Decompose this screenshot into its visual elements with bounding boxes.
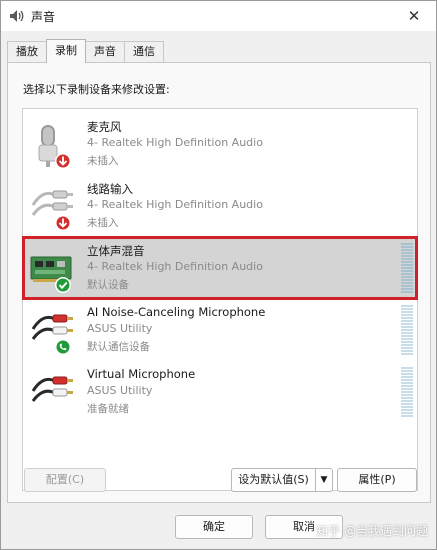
device-row-stereo-mix[interactable]: 立体声混音 4- Realtek High Definition Audio 默… xyxy=(22,236,418,300)
tab-sounds[interactable]: 声音 xyxy=(85,41,125,63)
tab-bar: 播放 录制 声音 通信 xyxy=(7,39,164,63)
chevron-down-icon: ▼ xyxy=(320,475,328,485)
close-button[interactable]: ✕ xyxy=(392,1,436,31)
properties-button[interactable]: 属性(P) xyxy=(337,468,417,492)
microphone-icon xyxy=(38,125,71,169)
line-in-jack-icon xyxy=(31,314,73,355)
device-status: 默认设备 xyxy=(87,279,129,291)
device-status: 默认通信设备 xyxy=(87,341,150,353)
level-meter xyxy=(401,367,413,417)
level-meter xyxy=(401,305,413,355)
sound-dialog: 声音 ✕ 播放 录制 声音 通信 选择以下录制设备来修改设置: 麦克风 4- R… xyxy=(0,0,437,550)
device-description: ASUS Utility xyxy=(87,384,153,397)
device-name: 线路输入 xyxy=(87,182,133,196)
set-default-split-button: 设为默认值(S) ▼ xyxy=(231,468,333,492)
tab-communications[interactable]: 通信 xyxy=(124,41,164,63)
tab-playback[interactable]: 播放 xyxy=(7,41,47,63)
level-meter xyxy=(401,243,413,293)
device-name: 麦克风 xyxy=(87,120,122,134)
device-row-line-in[interactable]: 线路输入 4- Realtek High Definition Audio 未插… xyxy=(23,175,417,237)
device-name: Virtual Microphone xyxy=(87,367,196,381)
close-icon: ✕ xyxy=(407,7,421,25)
watermark: 知乎 @当我遇到问题 xyxy=(316,524,428,538)
device-description: 4- Realtek High Definition Audio xyxy=(87,198,263,211)
ok-button[interactable]: 确定 xyxy=(175,515,253,539)
device-name: AI Noise-Canceling Microphone xyxy=(87,305,266,319)
device-description: 4- Realtek High Definition Audio xyxy=(87,260,263,273)
device-description: ASUS Utility xyxy=(87,322,153,335)
device-row-virtual-microphone[interactable]: Virtual Microphone ASUS Utility 准备就绪 xyxy=(23,361,417,423)
device-list: 麦克风 4- Realtek High Definition Audio 未插入 xyxy=(22,108,418,491)
window-title: 声音 xyxy=(31,10,56,24)
line-in-jack-icon xyxy=(31,376,73,402)
device-status: 未插入 xyxy=(87,155,119,167)
title-bar: 声音 ✕ xyxy=(1,1,436,31)
device-name: 立体声混音 xyxy=(87,244,145,258)
speaker-icon xyxy=(10,10,24,22)
instruction-text: 选择以下录制设备来修改设置: xyxy=(23,83,170,96)
sound-card-icon xyxy=(30,256,72,293)
configure-button[interactable]: 配置(C) xyxy=(24,468,106,492)
line-in-jack-icon xyxy=(31,190,73,231)
recording-panel: 选择以下录制设备来修改设置: 麦克风 4- Realtek High Defin… xyxy=(7,62,431,503)
tab-recording[interactable]: 录制 xyxy=(46,39,86,63)
device-status: 准备就绪 xyxy=(87,403,129,415)
set-default-dropdown-button[interactable]: ▼ xyxy=(315,468,333,492)
device-row-microphone[interactable]: 麦克风 4- Realtek High Definition Audio 未插入 xyxy=(23,113,417,175)
set-default-button[interactable]: 设为默认值(S) xyxy=(231,468,315,492)
device-status: 未插入 xyxy=(87,217,119,229)
device-row-ai-noise-canceling-microphone[interactable]: AI Noise-Canceling Microphone ASUS Utili… xyxy=(23,299,417,361)
device-description: 4- Realtek High Definition Audio xyxy=(87,136,263,149)
